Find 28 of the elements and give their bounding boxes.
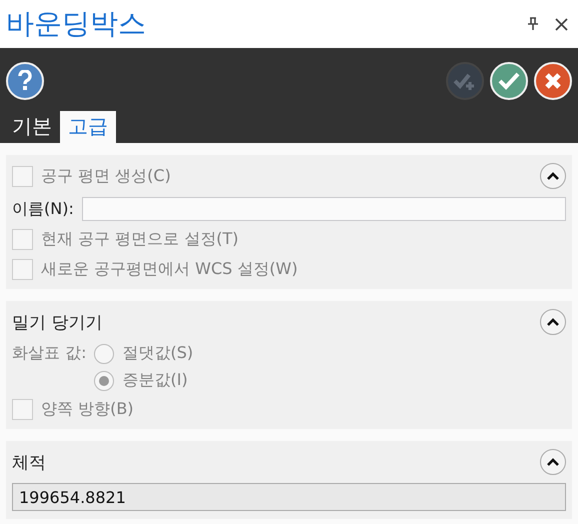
checkmark-icon [497,71,521,91]
tab[interactable]: 고급 [60,111,116,143]
caret-up-icon [546,317,560,327]
name-field[interactable] [82,197,566,221]
window-title: 바운딩박스 [6,6,147,42]
close-icon[interactable] [555,18,568,30]
ok-button[interactable] [490,62,528,100]
field-label: 이름(N): [12,198,74,220]
checkbox-label: 양쪽 방향(B) [41,398,134,420]
collapse-button[interactable] [540,449,566,475]
cancel-button[interactable] [534,62,572,100]
close-icon [543,71,563,91]
checkbox-label: 새로운 공구평면에서 WCS 설정(W) [41,258,298,280]
help-button[interactable] [6,62,44,100]
section-title: 체적 [12,452,47,474]
caret-up-icon [546,171,560,181]
tab[interactable]: 기본 [4,111,60,143]
checkbox-label: 현재 공구 평면으로 설정(T) [41,228,239,250]
radio-label: 증분값(I) [122,370,188,391]
pin-icon[interactable] [527,17,539,31]
question-mark-icon [17,70,33,92]
radio-label: 절댓값(S) [122,343,194,364]
collapse-button[interactable] [540,309,566,335]
caret-up-icon [546,457,560,467]
section-title: 밀기 당기기 [12,312,104,334]
checkbox-label: 공구 평면 생성(C) [41,166,171,186]
volume-field[interactable]: 199654.8821 [12,483,566,511]
radio-group-label: 화살표 값: [12,343,86,364]
